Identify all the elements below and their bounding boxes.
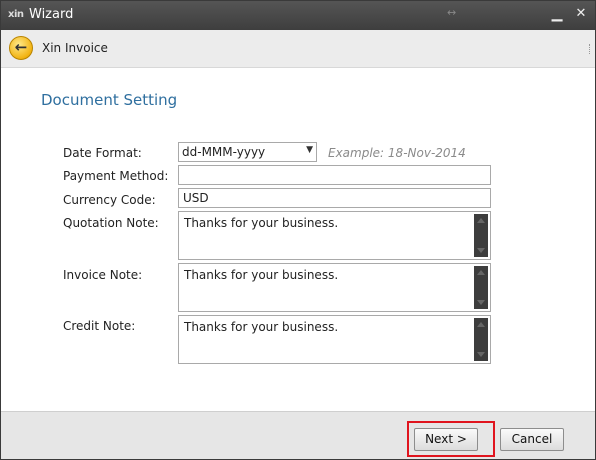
credit-note-label: Credit Note: (63, 319, 136, 333)
breadcrumb: Xin Invoice (42, 41, 108, 55)
invoice-note-scrollbar[interactable] (474, 266, 488, 309)
chevron-down-icon: ▼ (306, 145, 313, 155)
date-format-value: dd-MMM-yyyy (182, 145, 266, 159)
minimize-button[interactable]: ▁ (548, 5, 566, 23)
credit-note-field[interactable]: Thanks for your business. (178, 315, 491, 364)
quotation-note-field[interactable]: Thanks for your business. (178, 211, 491, 260)
invoice-note-field[interactable]: Thanks for your business. (178, 263, 491, 312)
currency-code-label: Currency Code: (63, 193, 156, 207)
scroll-down-icon[interactable] (477, 300, 485, 305)
wizard-header: ← Xin Invoice (1, 30, 595, 68)
scroll-up-icon[interactable] (477, 322, 485, 327)
cancel-button[interactable]: Cancel (500, 428, 564, 451)
date-format-example: Example: 18-Nov-2014 (328, 146, 466, 160)
invoice-note-label: Invoice Note: (63, 268, 143, 282)
app-logo: xin (8, 9, 24, 20)
grip-handle (589, 44, 593, 54)
currency-code-field[interactable]: USD (178, 188, 491, 208)
close-button[interactable]: ✕ (572, 5, 590, 23)
scroll-down-icon[interactable] (477, 352, 485, 357)
quotation-note-scrollbar[interactable] (474, 214, 488, 257)
section-title: Document Setting (41, 91, 178, 109)
credit-note-text: Thanks for your business. (184, 320, 339, 334)
payment-method-label: Payment Method: (63, 169, 169, 183)
wizard-window: xin Wizard ↔ ▁ ✕ ← Xin Invoice Document … (0, 0, 596, 460)
invoice-note-text: Thanks for your business. (184, 268, 339, 282)
scroll-down-icon[interactable] (477, 248, 485, 253)
quotation-note-label: Quotation Note: (63, 216, 159, 230)
quotation-note-text: Thanks for your business. (184, 216, 339, 230)
date-format-label: Date Format: (63, 146, 142, 160)
wizard-footer: Next > Cancel (1, 411, 595, 459)
resize-icon: ↔ (447, 6, 457, 19)
scroll-up-icon[interactable] (477, 218, 485, 223)
window-title: Wizard (29, 7, 74, 22)
scroll-up-icon[interactable] (477, 270, 485, 275)
title-bar[interactable]: xin Wizard ↔ ▁ ✕ (1, 1, 595, 30)
back-button[interactable]: ← (9, 36, 33, 60)
payment-method-field[interactable] (178, 165, 491, 185)
credit-note-scrollbar[interactable] (474, 318, 488, 361)
date-format-select[interactable]: dd-MMM-yyyy ▼ (178, 142, 317, 162)
back-arrow-icon: ← (14, 38, 28, 56)
next-button-highlight (407, 421, 495, 457)
